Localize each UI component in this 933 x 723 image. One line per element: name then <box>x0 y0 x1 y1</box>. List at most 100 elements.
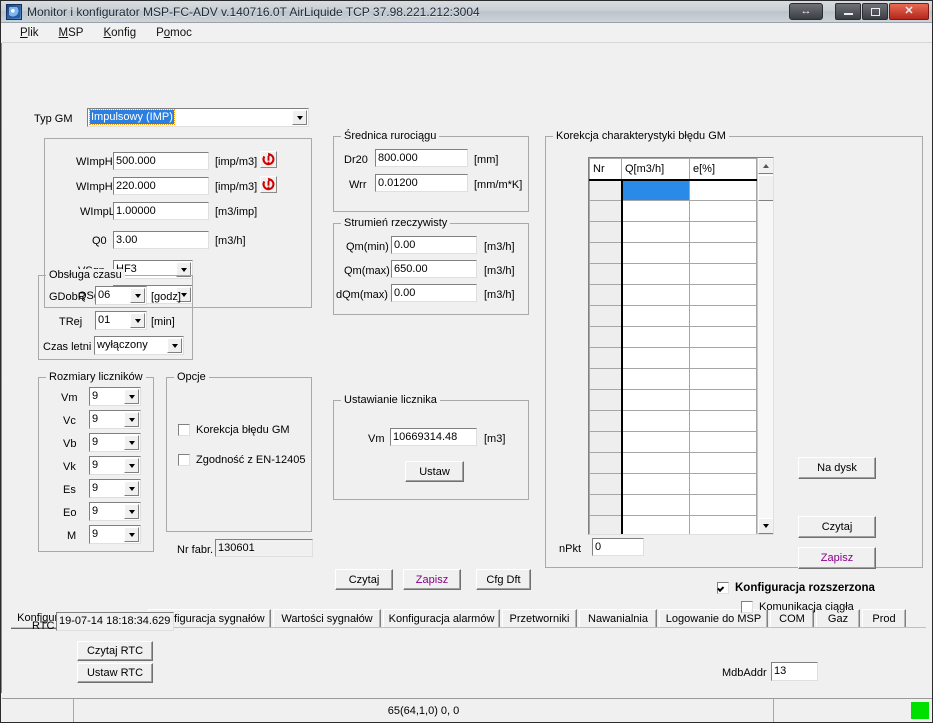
table-row[interactable] <box>589 368 757 390</box>
correction-table[interactable]: Nr Q[m3/h] e[%] <box>588 157 774 535</box>
checkbox-zgodnosc-en12405[interactable]: Zgodność z EN-12405 <box>178 454 305 466</box>
vk-size-combo[interactable]: 9 <box>89 456 141 475</box>
chevron-down-icon[interactable] <box>124 412 139 427</box>
cell-e[interactable] <box>689 431 757 453</box>
table-vertical-scrollbar[interactable] <box>757 158 773 534</box>
table-row[interactable] <box>589 284 757 306</box>
wimphf3-refresh-alert-icon[interactable] <box>260 176 277 193</box>
table-row[interactable] <box>589 326 757 348</box>
cell-e[interactable] <box>689 221 757 243</box>
scroll-down-button[interactable] <box>758 518 773 534</box>
vm-set-input[interactable]: 10669314.48 <box>390 428 477 446</box>
table-row[interactable] <box>589 242 757 264</box>
wimphf2-input[interactable]: 500.000 <box>113 152 209 170</box>
cell-e[interactable] <box>689 284 757 306</box>
cell-e[interactable] <box>689 326 757 348</box>
chevron-down-icon[interactable] <box>124 389 139 404</box>
czytaj-button[interactable]: Czytaj <box>335 569 393 590</box>
czytaj-rtc-button[interactable]: Czytaj RTC <box>77 641 153 661</box>
table-row[interactable] <box>589 452 757 474</box>
table-row[interactable] <box>589 179 757 201</box>
restore-arrows-button[interactable]: ↔ <box>789 3 823 20</box>
m-size-combo[interactable]: 9 <box>89 525 141 544</box>
cell-q[interactable] <box>621 410 690 432</box>
vc-size-combo[interactable]: 9 <box>89 410 141 429</box>
cell-e[interactable] <box>689 200 757 222</box>
chevron-down-icon[interactable] <box>124 458 139 473</box>
table-row[interactable] <box>589 221 757 243</box>
es-size-combo[interactable]: 9 <box>89 479 141 498</box>
cell-q[interactable] <box>621 305 690 327</box>
cell-q[interactable] <box>621 284 690 306</box>
cfg-dft-button[interactable]: Cfg Dft <box>476 569 531 590</box>
chevron-down-icon[interactable] <box>124 504 139 519</box>
checkbox-komunikacja-ciagla[interactable]: Komunikacja ciągła <box>741 601 854 613</box>
minimize-button[interactable] <box>835 3 861 20</box>
menu-item-pomoc[interactable]: Pomoc <box>146 25 202 41</box>
table-row[interactable] <box>589 515 757 534</box>
cell-e[interactable] <box>689 305 757 327</box>
dr20-input[interactable]: 800.000 <box>375 149 468 167</box>
cell-e[interactable] <box>689 494 757 516</box>
dqmmax-input[interactable]: 0.00 <box>391 284 477 302</box>
cell-q[interactable] <box>621 179 690 201</box>
chevron-down-icon[interactable] <box>124 527 139 542</box>
scrollbar-thumb[interactable] <box>758 175 773 201</box>
cell-q[interactable] <box>621 242 690 264</box>
table-row[interactable] <box>589 347 757 369</box>
menu-item-msp[interactable]: MSP <box>49 25 94 41</box>
cell-q[interactable] <box>621 263 690 285</box>
cell-q[interactable] <box>621 431 690 453</box>
cell-q[interactable] <box>621 515 690 534</box>
mdbaddr-input[interactable]: 13 <box>771 662 818 681</box>
wimplf-input[interactable]: 1.00000 <box>113 202 209 220</box>
trej-combo[interactable]: 01 <box>95 311 147 330</box>
cell-e[interactable] <box>689 515 757 534</box>
table-row[interactable] <box>589 200 757 222</box>
chevron-down-icon[interactable] <box>124 435 139 450</box>
cell-e[interactable] <box>689 242 757 264</box>
gdobr-combo[interactable]: 06 <box>95 286 147 305</box>
maximize-button[interactable] <box>862 3 888 20</box>
wrr-input[interactable]: 0.01200 <box>375 174 468 192</box>
cell-q[interactable] <box>621 326 690 348</box>
vm-size-combo[interactable]: 9 <box>89 387 141 406</box>
cell-e[interactable] <box>689 410 757 432</box>
cell-q[interactable] <box>621 494 690 516</box>
scrollbar-track[interactable] <box>758 174 773 518</box>
chevron-down-icon[interactable] <box>292 110 307 125</box>
gm-type-combo[interactable]: Impulsowy (IMP) <box>87 108 309 127</box>
qmmin-input[interactable]: 0.00 <box>391 236 477 254</box>
dst-combo[interactable]: wyłączony <box>94 336 184 355</box>
scroll-up-button[interactable] <box>758 158 773 174</box>
cell-e[interactable] <box>689 389 757 411</box>
close-button[interactable]: ✕ <box>889 3 929 20</box>
na-dysk-button[interactable]: Na dysk <box>798 457 876 479</box>
menu-item-konfig[interactable]: Konfig <box>93 25 146 41</box>
vb-size-combo[interactable]: 9 <box>89 433 141 452</box>
qmmax-input[interactable]: 650.00 <box>391 260 477 278</box>
table-row[interactable] <box>589 473 757 495</box>
cell-e[interactable] <box>689 263 757 285</box>
table-row[interactable] <box>589 431 757 453</box>
chevron-down-icon[interactable] <box>124 481 139 496</box>
correction-zapisz-button[interactable]: Zapisz <box>798 547 876 569</box>
checkbox-konfiguracja-rozszerzona[interactable]: Konfiguracja rozszerzona <box>717 582 875 594</box>
tab-przetworniki[interactable]: Przetworniki <box>502 609 577 628</box>
wimphf2-refresh-alert-icon[interactable] <box>260 151 277 168</box>
serial-input[interactable]: 130601 <box>215 539 313 557</box>
zapisz-button[interactable]: Zapisz <box>403 569 461 590</box>
ustaw-button[interactable]: Ustaw <box>405 461 464 482</box>
checkbox-korekcja-bledu-gm[interactable]: Korekcja błędu GM <box>178 424 290 436</box>
table-row[interactable] <box>589 263 757 285</box>
cell-e[interactable] <box>689 473 757 495</box>
correction-czytaj-button[interactable]: Czytaj <box>798 516 876 538</box>
cell-e[interactable] <box>689 179 757 201</box>
cell-q[interactable] <box>621 368 690 390</box>
tab-prod[interactable]: Prod <box>862 609 906 628</box>
menu-item-plik[interactable]: Plik <box>10 25 49 41</box>
tab-nawanialnia[interactable]: Nawanialnia <box>579 609 657 628</box>
q0-input[interactable]: 3.00 <box>113 231 209 249</box>
cell-q[interactable] <box>621 452 690 474</box>
cell-q[interactable] <box>621 200 690 222</box>
